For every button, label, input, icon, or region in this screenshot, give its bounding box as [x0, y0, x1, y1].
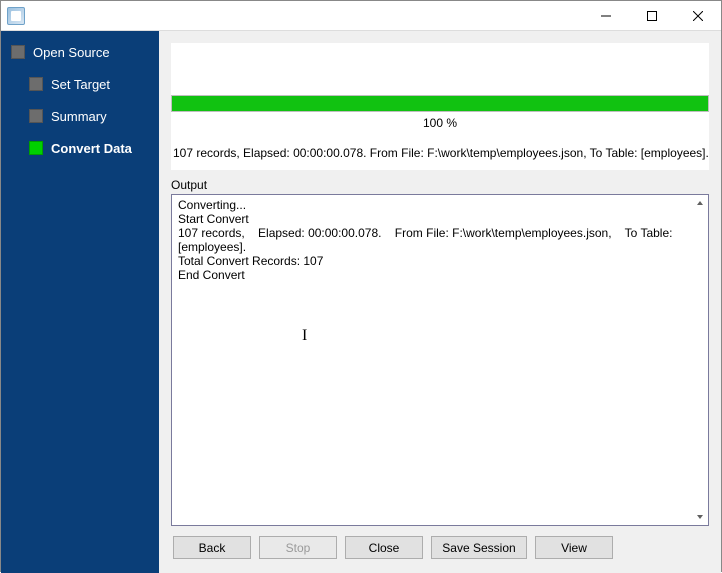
output-label: Output: [171, 178, 709, 192]
status-line: 107 records, Elapsed: 00:00:00.078. From…: [171, 136, 709, 170]
button-row: Back Stop Close Save Session View: [171, 526, 709, 561]
scroll-up-icon[interactable]: [692, 195, 708, 211]
minimize-button[interactable]: [583, 1, 629, 31]
progress-area: 100 %: [171, 95, 709, 136]
output-box[interactable]: Converting... Start Convert 107 records,…: [171, 194, 709, 526]
step-box-icon: [11, 45, 25, 59]
sidebar-item-open-source[interactable]: Open Source: [1, 41, 159, 63]
step-box-icon: [29, 109, 43, 123]
app-icon: [7, 7, 25, 25]
view-button[interactable]: View: [535, 536, 613, 559]
sidebar-item-summary[interactable]: Summary: [1, 105, 159, 127]
step-label: Summary: [51, 109, 107, 124]
sidebar-item-convert-data[interactable]: Convert Data: [1, 137, 159, 159]
scroll-down-icon[interactable]: [692, 509, 708, 525]
back-button[interactable]: Back: [173, 536, 251, 559]
sidebar-item-set-target[interactable]: Set Target: [1, 73, 159, 95]
sidebar: Open Source Set Target Summary Convert D…: [1, 31, 159, 573]
close-button[interactable]: [675, 1, 721, 31]
step-label: Open Source: [33, 45, 110, 60]
save-session-button[interactable]: Save Session: [431, 536, 527, 559]
step-box-icon: [29, 141, 43, 155]
titlebar: [1, 1, 721, 31]
step-box-icon: [29, 77, 43, 91]
stop-button: Stop: [259, 536, 337, 559]
maximize-button[interactable]: [629, 1, 675, 31]
close-wizard-button[interactable]: Close: [345, 536, 423, 559]
progress-bar: [171, 95, 709, 112]
step-label: Set Target: [51, 77, 110, 92]
step-label: Convert Data: [51, 141, 132, 156]
main-panel: 100 % 107 records, Elapsed: 00:00:00.078…: [159, 31, 721, 573]
progress-label: 100 %: [171, 116, 709, 130]
output-scrollbar[interactable]: [692, 195, 708, 525]
output-text: Converting... Start Convert 107 records,…: [172, 195, 692, 525]
